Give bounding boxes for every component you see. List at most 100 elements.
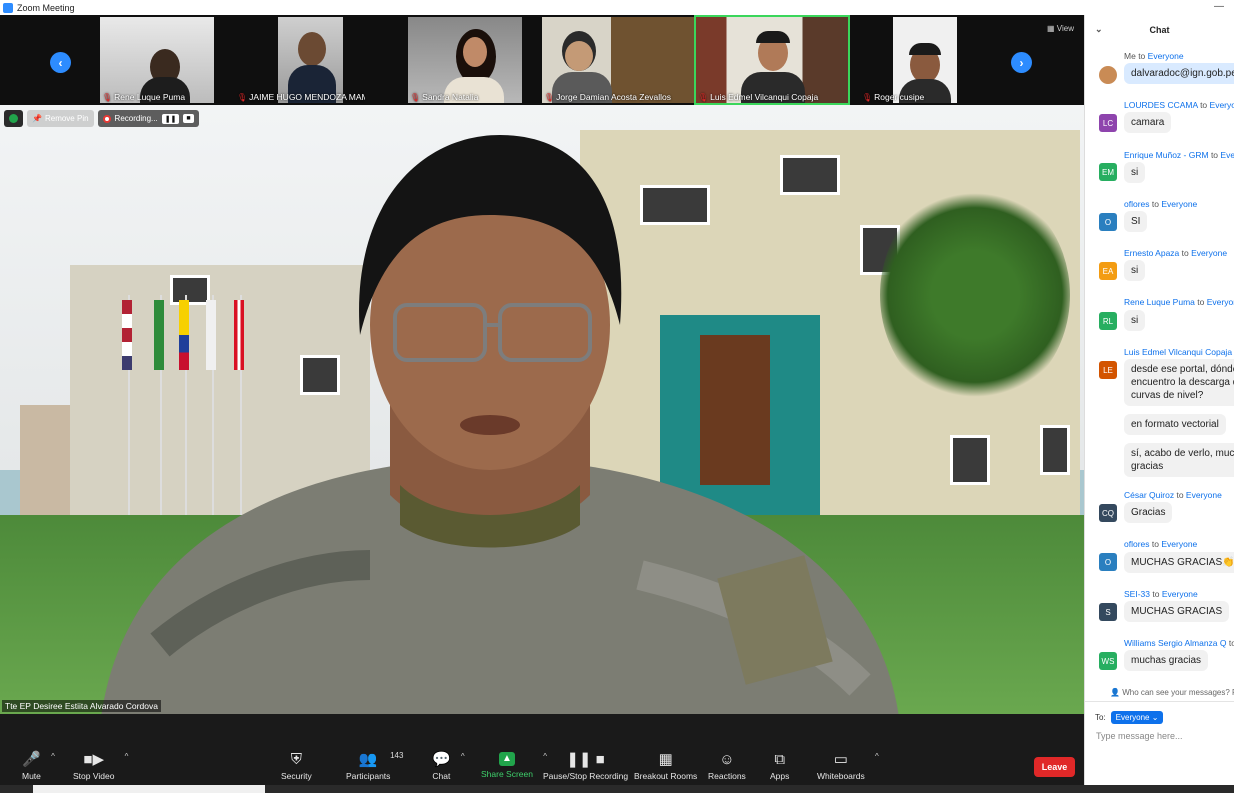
encryption-shield-icon[interactable]: [4, 110, 23, 127]
remove-pin-button[interactable]: 📌 Remove Pin: [27, 110, 94, 127]
participant-name: Sandra Natalia: [422, 92, 479, 102]
speaker-name: Tte EP Desiree Estiita Alvarado Cordova: [2, 700, 161, 712]
pause-recording-icon[interactable]: ❚❚: [161, 113, 180, 124]
message-bubble: SI: [1124, 211, 1148, 232]
avatar: WS: [1099, 652, 1117, 670]
participant-tile[interactable]: 🎙 Sandra Natalia: [408, 17, 522, 103]
share-screen-button[interactable]: ▲ Share Screen ^: [481, 752, 547, 779]
stop-video-button[interactable]: ■▶ Stop Video ^: [73, 751, 128, 782]
avatar: LC: [1099, 114, 1117, 132]
microphone-icon: 🎤: [22, 751, 41, 768]
grid-icon: ▦: [1047, 24, 1057, 33]
window-title: Zoom Meeting: [17, 2, 75, 13]
avatar: S: [1099, 603, 1117, 621]
message-bubble: si: [1124, 260, 1146, 281]
muted-mic-icon: 🎙: [102, 92, 113, 102]
avatar: RL: [1099, 312, 1117, 330]
chevron-up-icon[interactable]: ^: [461, 752, 465, 761]
avatar: O: [1099, 213, 1117, 231]
shield-icon: ⛨: [290, 751, 302, 768]
message-bubble: camara: [1124, 112, 1172, 133]
chevron-up-icon[interactable]: ^: [875, 752, 879, 761]
participant-tile-active[interactable]: 🎙 Luis Edmel Vilcanqui Copaja: [694, 15, 850, 105]
avatar: O: [1099, 553, 1117, 571]
message-bubble: MUCHAS GRACIAS👏: [1124, 552, 1234, 573]
mute-button[interactable]: 🎤 Mute ^: [22, 751, 55, 782]
message-bubble: en formato vectorial: [1124, 414, 1226, 435]
chat-message: Me to Everyone: [1124, 51, 1184, 61]
chat-title: Chat: [1149, 25, 1170, 35]
participant-strip: ‹ 🎙 Rene Luque Puma 🎙 JAIME HUGO MENDOZA M…: [0, 15, 1084, 105]
chat-message: Luis Edmel Vilcanqui Copaja: [1124, 347, 1233, 357]
chat-message: Enrique Muñoz - GRM to Everyone: [1124, 150, 1234, 160]
chevron-up-icon[interactable]: ^: [125, 752, 129, 761]
whiteboard-icon: ▭: [833, 751, 848, 768]
apps-icon: ⧉: [774, 751, 786, 768]
muted-mic-icon: 🎙: [544, 92, 555, 102]
pin-icon: 📌: [32, 114, 42, 123]
avatar: CQ: [1099, 504, 1117, 522]
avatar: EA: [1099, 262, 1117, 280]
stop-recording-icon[interactable]: ■: [183, 114, 194, 123]
chevron-up-icon[interactable]: ^: [51, 752, 55, 761]
breakout-rooms-icon: ▦: [658, 751, 673, 768]
zoom-logo-icon: [3, 2, 13, 13]
avatar: LE: [1099, 361, 1117, 379]
reactions-button[interactable]: ☺ Reactions: [708, 751, 746, 782]
chat-message: Williams Sergio Almanza Q to: [1124, 638, 1234, 648]
main-video: 📌 Remove Pin Recording... ❚❚ ■ Tte EP Des…: [0, 105, 1084, 714]
participant-name: Rene Luque Puma: [114, 92, 186, 102]
next-page-button[interactable]: ›: [1011, 52, 1032, 73]
muted-mic-icon: 🎙: [410, 92, 421, 102]
chat-panel: ⌄ Chat Me to Everyone dalvaradoc@ign.gob…: [1084, 15, 1234, 785]
whiteboards-button[interactable]: ▭ Whiteboards ^: [817, 751, 879, 782]
participant-tile-label: 🎙 Roger cusipe: [860, 17, 960, 103]
to-label: To:: [1095, 713, 1106, 722]
participant-name: Luis Edmel Vilcanqui Copaja: [710, 92, 819, 102]
message-bubble: si: [1124, 162, 1146, 183]
apps-button[interactable]: ⧉ Apps: [770, 751, 789, 782]
chat-button[interactable]: 💬 Chat ^: [432, 752, 465, 782]
chat-message: oflores to Everyone: [1124, 199, 1198, 209]
message-bubble: muchas gracias: [1124, 650, 1209, 671]
participants-count: 143: [390, 751, 404, 760]
chat-message: SEI-33 to Everyone: [1124, 589, 1198, 599]
participants-button[interactable]: 👥 Participants 143: [346, 751, 403, 781]
os-taskbar: [0, 785, 1234, 793]
participant-tile[interactable]: 🎙 Jorge Damian Acosta Zevallos: [542, 17, 695, 103]
security-button[interactable]: ⛨ Security: [281, 751, 312, 782]
participant-tile-label: 🎙JAIME HUGO MENDOZA MAMA...: [235, 17, 365, 103]
chat-message: César Quiroz to Everyone: [1124, 490, 1222, 500]
leave-button[interactable]: Leave: [1034, 757, 1075, 777]
prev-page-button[interactable]: ‹: [50, 52, 71, 73]
avatar: [1099, 66, 1117, 84]
record-icon: [102, 114, 111, 123]
message-bubble: Gracias: [1124, 502, 1173, 523]
taskbar-search[interactable]: [33, 785, 265, 793]
chevron-down-icon[interactable]: ⌄: [1095, 24, 1103, 35]
participant-name: JAIME HUGO MENDOZA MAMA...: [249, 92, 365, 102]
view-button[interactable]: ▦ View: [1047, 24, 1074, 33]
participant-name: Jorge Damian Acosta Zevallos: [556, 92, 671, 102]
speaker-silhouette: [101, 135, 899, 714]
pause-stop-recording-button[interactable]: ❚❚ ■ Pause/Stop Recording: [543, 751, 628, 782]
pause-stop-icon: ❚❚ ■: [566, 751, 605, 768]
video-camera-icon: ■▶: [83, 751, 105, 768]
participants-icon: 👥: [358, 751, 378, 768]
chat-message: oflores to Everyone: [1124, 539, 1198, 549]
chat-message: Ernesto Apaza to Everyone: [1124, 248, 1228, 258]
message-bubble: desde ese portal, dónde encuentro la des…: [1124, 359, 1234, 406]
participant-name: Roger cusipe: [874, 92, 925, 102]
chat-message-input[interactable]: Type message here...: [1096, 731, 1183, 741]
recipient-dropdown[interactable]: Everyone ⌄: [1110, 711, 1164, 724]
share-screen-icon: ▲: [498, 752, 515, 766]
participant-tile[interactable]: 🎙 Rene Luque Puma: [100, 17, 214, 103]
chevron-down-icon: ⌄: [1151, 713, 1159, 722]
who-can-see-link[interactable]: 👤 Who can see your messages? Re: [1110, 688, 1234, 697]
recording-indicator: Recording... ❚❚ ■: [97, 110, 199, 127]
chat-message: LOURDES CCAMA to Everyone: [1124, 100, 1234, 110]
message-bubble: MUCHAS GRACIAS: [1124, 601, 1230, 622]
minimize-icon[interactable]: —: [1214, 1, 1224, 12]
breakout-rooms-button[interactable]: ▦ Breakout Rooms: [634, 751, 697, 782]
reactions-icon: ☺: [719, 751, 735, 768]
